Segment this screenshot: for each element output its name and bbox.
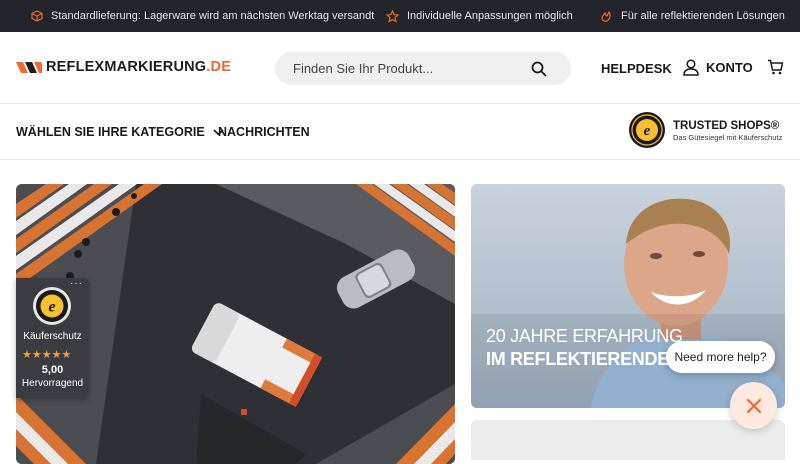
usp-bar: Standardlieferung: Lagerware wird am näc… [0, 0, 800, 32]
rating-score: 5,00 [41, 364, 64, 376]
site-header: REFLEXMARKIERUNG.DE HELPDESK KONTO [0, 32, 800, 104]
usp-text: Individuelle Anpassungen möglich [407, 10, 573, 22]
svg-text:e: e [48, 299, 55, 316]
secondary-banner[interactable] [471, 420, 785, 460]
star-icon [386, 9, 399, 23]
usp-item: Individuelle Anpassungen möglich [386, 0, 573, 32]
helpdesk-link[interactable]: HELPDESK [601, 61, 672, 76]
trusted-shops-seal-icon: e [33, 287, 71, 325]
rating-text: Hervorragend [21, 378, 84, 389]
cart-button[interactable] [767, 59, 784, 80]
trusted-shops-widget[interactable]: ··· e Käuferschutz ★★★★★ 5,00 Hervorrage… [16, 278, 89, 398]
close-icon [746, 398, 761, 413]
usp-item: Für alle reflektierenden Lösungen [600, 0, 785, 32]
trusted-shops-badge-icon[interactable]: e [628, 111, 666, 149]
usp-item: Standardlieferung: Lagerware wird am näc… [31, 0, 374, 32]
banner-headline: 20 JAHRE ERFAHRUNG [486, 326, 683, 346]
experience-banner[interactable] [471, 184, 785, 408]
chat-close-button[interactable] [730, 382, 777, 429]
cart-icon [768, 59, 784, 75]
search-input[interactable] [293, 61, 523, 76]
flame-icon [601, 10, 611, 22]
search-bar [275, 52, 571, 85]
category-menu[interactable]: WÄHLEN SIE IHRE KATEGORIE [16, 125, 224, 139]
account-label: KONTO [706, 60, 753, 75]
box-icon [31, 10, 43, 22]
trusted-shops-title: TRUSTED SHOPS® [673, 120, 780, 132]
trusted-shops-subtitle: Das Gütesiegel mit Käuferschutz [673, 133, 783, 142]
rating-stars: ★★★★★ [22, 349, 72, 361]
logo-name: REFLEXMARKIERUNG [46, 59, 207, 75]
widget-label: Käuferschutz [23, 331, 82, 342]
account-link[interactable]: KONTO [683, 59, 753, 76]
svg-text:e: e [644, 123, 651, 139]
logo-stripes-icon [16, 61, 42, 73]
usp-text: Für alle reflektierenden Lösungen [621, 10, 785, 22]
chat-prompt[interactable]: Need more help? [666, 341, 775, 373]
person-photo [471, 184, 785, 408]
news-link[interactable]: NACHRICHTEN [218, 125, 310, 139]
site-logo[interactable]: REFLEXMARKIERUNG.DE [16, 59, 231, 75]
search-icon[interactable] [531, 61, 547, 77]
category-menu-label: WÄHLEN SIE IHRE KATEGORIE [16, 125, 205, 139]
usp-text: Standardlieferung: Lagerware wird am näc… [51, 10, 375, 22]
main-nav: WÄHLEN SIE IHRE KATEGORIE NACHRICHTEN [0, 104, 800, 160]
logo-tld: .DE [206, 59, 232, 75]
user-icon [683, 59, 699, 76]
